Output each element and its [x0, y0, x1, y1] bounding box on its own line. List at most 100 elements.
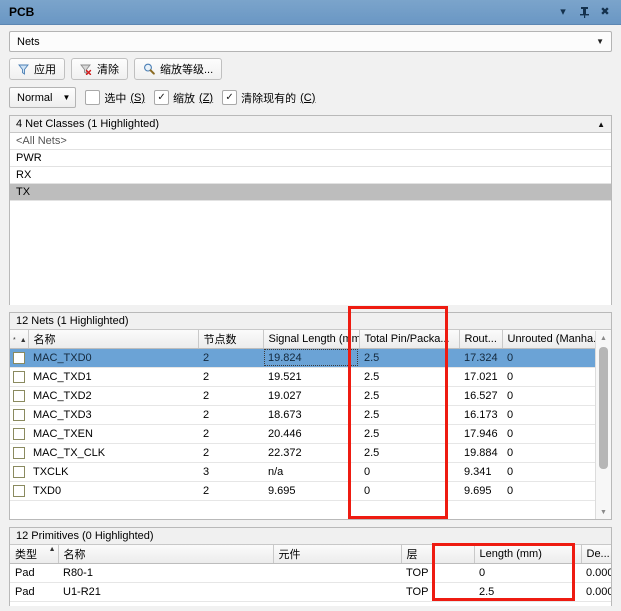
table-row[interactable]: Pad U1-R21 TOP 2.5 0.000: [10, 582, 611, 602]
prims-cell-component[interactable]: [273, 601, 401, 606]
nets-cell-name[interactable]: TXCLK: [28, 462, 198, 482]
nets-col-name[interactable]: 名称: [28, 330, 199, 349]
checkbox-box[interactable]: [13, 389, 25, 402]
checkbox-box[interactable]: [13, 465, 25, 478]
net-class-item[interactable]: PWR: [10, 150, 611, 167]
net-class-item[interactable]: RX: [10, 167, 611, 184]
clear-button[interactable]: 清除: [71, 58, 128, 80]
net-classes-list[interactable]: <All Nets> PWR RX TX: [10, 133, 611, 305]
primitives-header[interactable]: 12 Primitives (0 Highlighted): [10, 528, 611, 545]
net-row-checkbox[interactable]: [10, 348, 28, 368]
zoom-level-button[interactable]: 缩放等级...: [134, 58, 223, 80]
nets-cell-name[interactable]: MAC_TXD3: [28, 405, 198, 425]
prims-cell-layer[interactable]: TOP: [401, 582, 474, 602]
sort-asc-icon[interactable]: ▲: [47, 546, 57, 553]
nets-cell-routed[interactable]: 16.173: [459, 405, 502, 425]
nets-cell-routed[interactable]: 16.527: [459, 386, 502, 406]
scroll-down-icon[interactable]: ▼: [596, 505, 611, 519]
nets-cell-routed[interactable]: 9.341: [459, 462, 502, 482]
nets-cell-name[interactable]: MAC_TXEN: [28, 424, 198, 444]
nets-cell-total-pin[interactable]: 2.5: [359, 405, 459, 425]
nets-cell-total-pin[interactable]: 2.5: [359, 424, 459, 444]
net-class-item[interactable]: <All Nets>: [10, 133, 611, 150]
nets-cell-nodes[interactable]: 2: [198, 405, 263, 425]
nets-cell-routed[interactable]: 17.946: [459, 424, 502, 444]
nets-cell-name[interactable]: MAC_TXD1: [28, 367, 198, 387]
checkbox-box[interactable]: [13, 427, 25, 440]
nets-cell-signal-length[interactable]: n/a: [263, 462, 359, 482]
net-classes-header[interactable]: 4 Net Classes (1 Highlighted) ▲: [10, 116, 611, 133]
prims-col-component[interactable]: 元件: [273, 545, 402, 564]
table-row[interactable]: MAC_TXEN 2 20.446 2.5 17.946 0: [10, 424, 611, 444]
nets-cell-routed[interactable]: 17.324: [459, 348, 502, 368]
nets-cell-nodes[interactable]: 2: [198, 424, 263, 444]
net-row-checkbox[interactable]: [10, 367, 28, 387]
select-checkbox[interactable]: 选中 (S): [85, 90, 145, 106]
nets-cell-signal-length[interactable]: 10.451: [263, 500, 359, 501]
prims-cell-name[interactable]: Width=0.127mm (1332.768м: [58, 601, 273, 606]
nets-cell-nodes[interactable]: 2: [198, 386, 263, 406]
prims-col-type[interactable]: 类型 ▲: [10, 545, 59, 564]
nets-cell-signal-length[interactable]: 9.695: [263, 481, 359, 501]
prims-cell-layer[interactable]: TOP: [401, 563, 474, 583]
net-row-checkbox[interactable]: [10, 500, 28, 501]
prims-cell-component[interactable]: [273, 582, 401, 602]
prims-cell-type[interactable]: Pad: [10, 563, 58, 583]
table-row[interactable]: MAC_TXD2 2 19.027 2.5 16.527 0: [10, 386, 611, 406]
nets-cell-routed[interactable]: 17.021: [459, 367, 502, 387]
nets-cell-nodes[interactable]: 2: [198, 500, 263, 501]
nets-cell-nodes[interactable]: 2: [198, 481, 263, 501]
nets-col-total-pin-package[interactable]: Total Pin/Packa...: [359, 330, 460, 349]
chevron-down-icon[interactable]: ▼: [596, 37, 607, 46]
nets-cell-name[interactable]: MAC_TXD2: [28, 386, 198, 406]
table-row[interactable]: TXD0 2 9.695 0 9.695 0: [10, 481, 611, 501]
nets-cell-total-pin[interactable]: 2.5: [359, 386, 459, 406]
net-row-checkbox[interactable]: [10, 386, 28, 406]
checkbox-box[interactable]: ✓: [222, 90, 238, 105]
nets-col-signal-length[interactable]: Signal Length (mm): [263, 330, 360, 349]
pin-icon[interactable]: [578, 6, 590, 18]
table-row[interactable]: Pad R80-1 TOP 0 0.000: [10, 563, 611, 583]
nets-cell-name[interactable]: MAC_TX_CLK: [28, 443, 198, 463]
nets-col-checkbox[interactable]: * ▲: [10, 330, 29, 349]
scroll-up-icon[interactable]: ▲: [596, 331, 611, 345]
table-row[interactable]: TXCLK 3 n/a 0 9.341 0: [10, 462, 611, 482]
checkbox-box[interactable]: [13, 446, 25, 459]
nets-col-nodes[interactable]: 节点数: [198, 330, 264, 349]
nets-cell-total-pin[interactable]: 0: [359, 500, 459, 501]
table-row[interactable]: MAC_TXD0 2 19.824 2.5 17.324 0: [10, 348, 611, 368]
nets-cell-signal-length[interactable]: 19.521: [263, 367, 359, 387]
prims-col-de[interactable]: De...: [581, 545, 611, 564]
prims-cell-de[interactable]: 2.606: [581, 601, 611, 606]
prims-cell-type[interactable]: Pad: [10, 582, 58, 602]
table-row[interactable]: MAC_TX_CLK 2 22.372 2.5 19.884 0: [10, 443, 611, 463]
nets-cell-signal-length[interactable]: 22.372: [263, 443, 359, 463]
zoom-checkbox[interactable]: ✓ 缩放 (Z): [154, 90, 213, 106]
prims-col-layer[interactable]: 层: [401, 545, 475, 564]
nets-cell-nodes[interactable]: 2: [198, 367, 263, 387]
table-row[interactable]: TrackWidth=0.127mm (1332.768м TOP0.462.60…: [10, 601, 611, 606]
primitives-grid-scroll-area[interactable]: 类型 ▲ 名称 元件 层 Length (mm) De... Pad R80-1 T…: [10, 545, 611, 606]
nets-cell-signal-length[interactable]: 19.824: [263, 348, 359, 368]
dropdown-icon[interactable]: ▾: [557, 6, 569, 18]
nets-cell-routed[interactable]: 19.884: [459, 443, 502, 463]
nets-cell-name[interactable]: TXD1: [28, 500, 198, 501]
chevron-down-icon[interactable]: ▼: [62, 93, 70, 102]
nets-cell-signal-length[interactable]: 19.027: [263, 386, 359, 406]
nets-cell-nodes[interactable]: 2: [198, 443, 263, 463]
net-row-checkbox[interactable]: [10, 405, 28, 425]
nets-grid-scroll-area[interactable]: * ▲ 名称 节点数 Signal Length (mm) Total Pin/P…: [10, 330, 611, 501]
prims-cell-type[interactable]: Track: [10, 601, 58, 606]
checkbox-box[interactable]: [85, 90, 101, 105]
nets-cell-total-pin[interactable]: 0: [359, 462, 459, 482]
net-row-checkbox[interactable]: [10, 443, 28, 463]
close-icon[interactable]: ✖: [599, 6, 611, 18]
nets-cell-name[interactable]: TXD0: [28, 481, 198, 501]
net-row-checkbox[interactable]: [10, 424, 28, 444]
net-class-item[interactable]: TX: [10, 184, 611, 201]
nets-cell-total-pin[interactable]: 2.5: [359, 348, 459, 368]
nets-col-routed[interactable]: Rout...: [459, 330, 503, 349]
nets-cell-routed[interactable]: 10.451: [459, 500, 502, 501]
checkbox-box[interactable]: ✓: [154, 90, 170, 105]
prims-cell-component[interactable]: [273, 563, 401, 583]
